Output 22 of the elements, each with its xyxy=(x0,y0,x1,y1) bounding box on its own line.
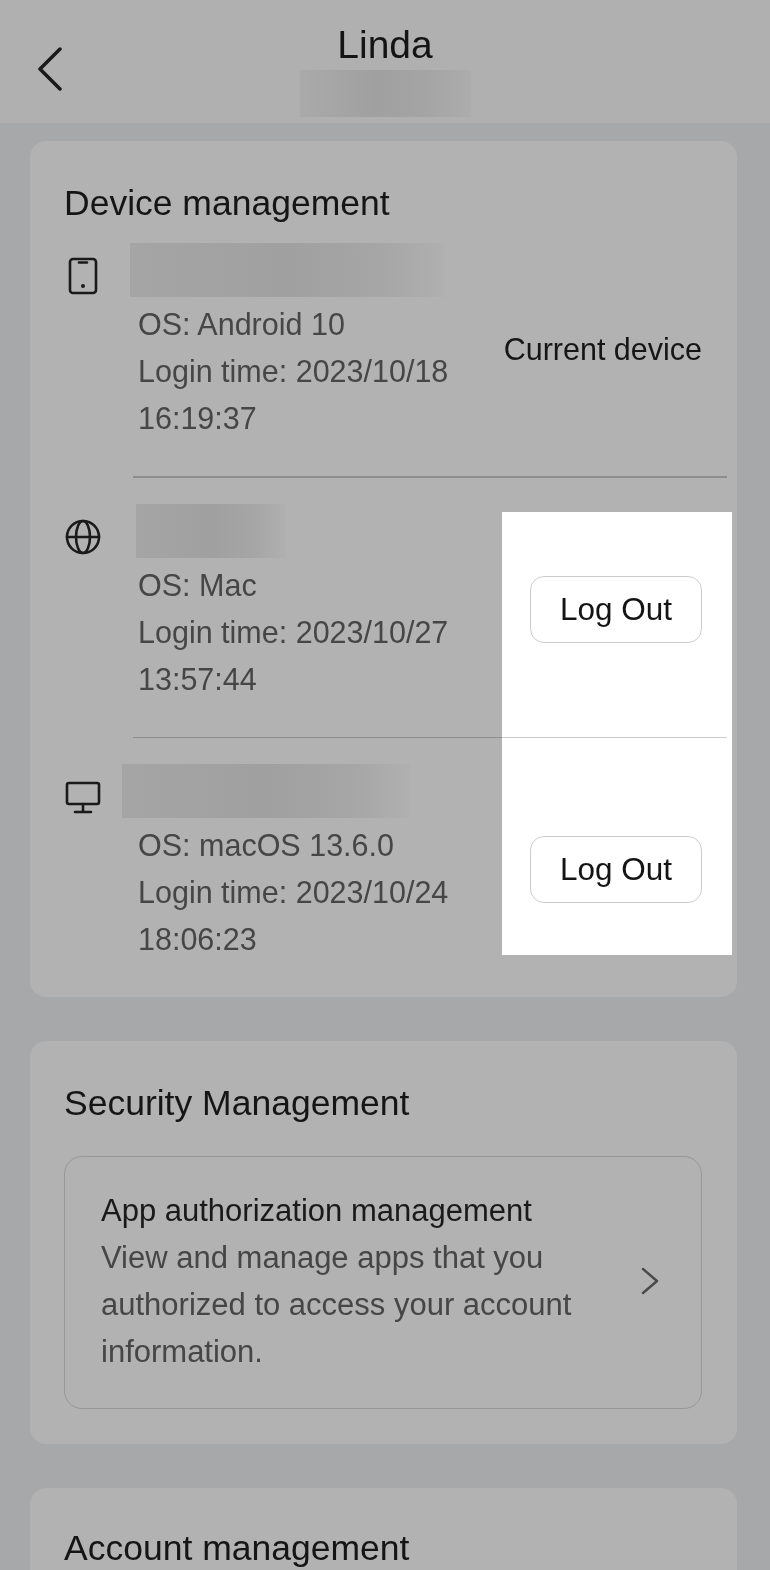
login-time: Login time: 2023/10/24 18:06:23 xyxy=(137,874,450,958)
chevron-right-icon xyxy=(641,1267,659,1295)
section-title: Device management xyxy=(64,183,391,223)
page-title: Linda xyxy=(337,23,433,67)
os-text: OS: Android 10 xyxy=(137,306,346,343)
phone-icon xyxy=(68,257,98,295)
section-title: Security Management xyxy=(64,1083,411,1123)
item-description: View and manage apps that you authorized to access your account information. xyxy=(101,1239,573,1371)
login-time: Login time: 2023/10/27 13:57:44 xyxy=(137,613,450,698)
os-text: OS: macOS 13.6.0 xyxy=(137,827,395,864)
current-device-label: Current device xyxy=(503,330,702,367)
monitor-icon xyxy=(65,780,101,814)
item-title: App authorization management xyxy=(101,1192,533,1230)
os-text: OS: Mac xyxy=(137,566,258,604)
section-title: Account management xyxy=(64,1528,411,1568)
log-out-button[interactable]: Log Out xyxy=(530,836,702,903)
log-out-button[interactable]: Log Out xyxy=(530,575,702,643)
globe-icon xyxy=(65,518,101,555)
app-authorization-item[interactable]: App authorization management View and manage apps that you authorized to access your account information. xyxy=(64,1156,702,1409)
login-time: Login time: 2023/10/18 16:19:37 xyxy=(137,353,450,437)
back-button[interactable] xyxy=(37,47,63,91)
back-icon xyxy=(37,47,63,91)
